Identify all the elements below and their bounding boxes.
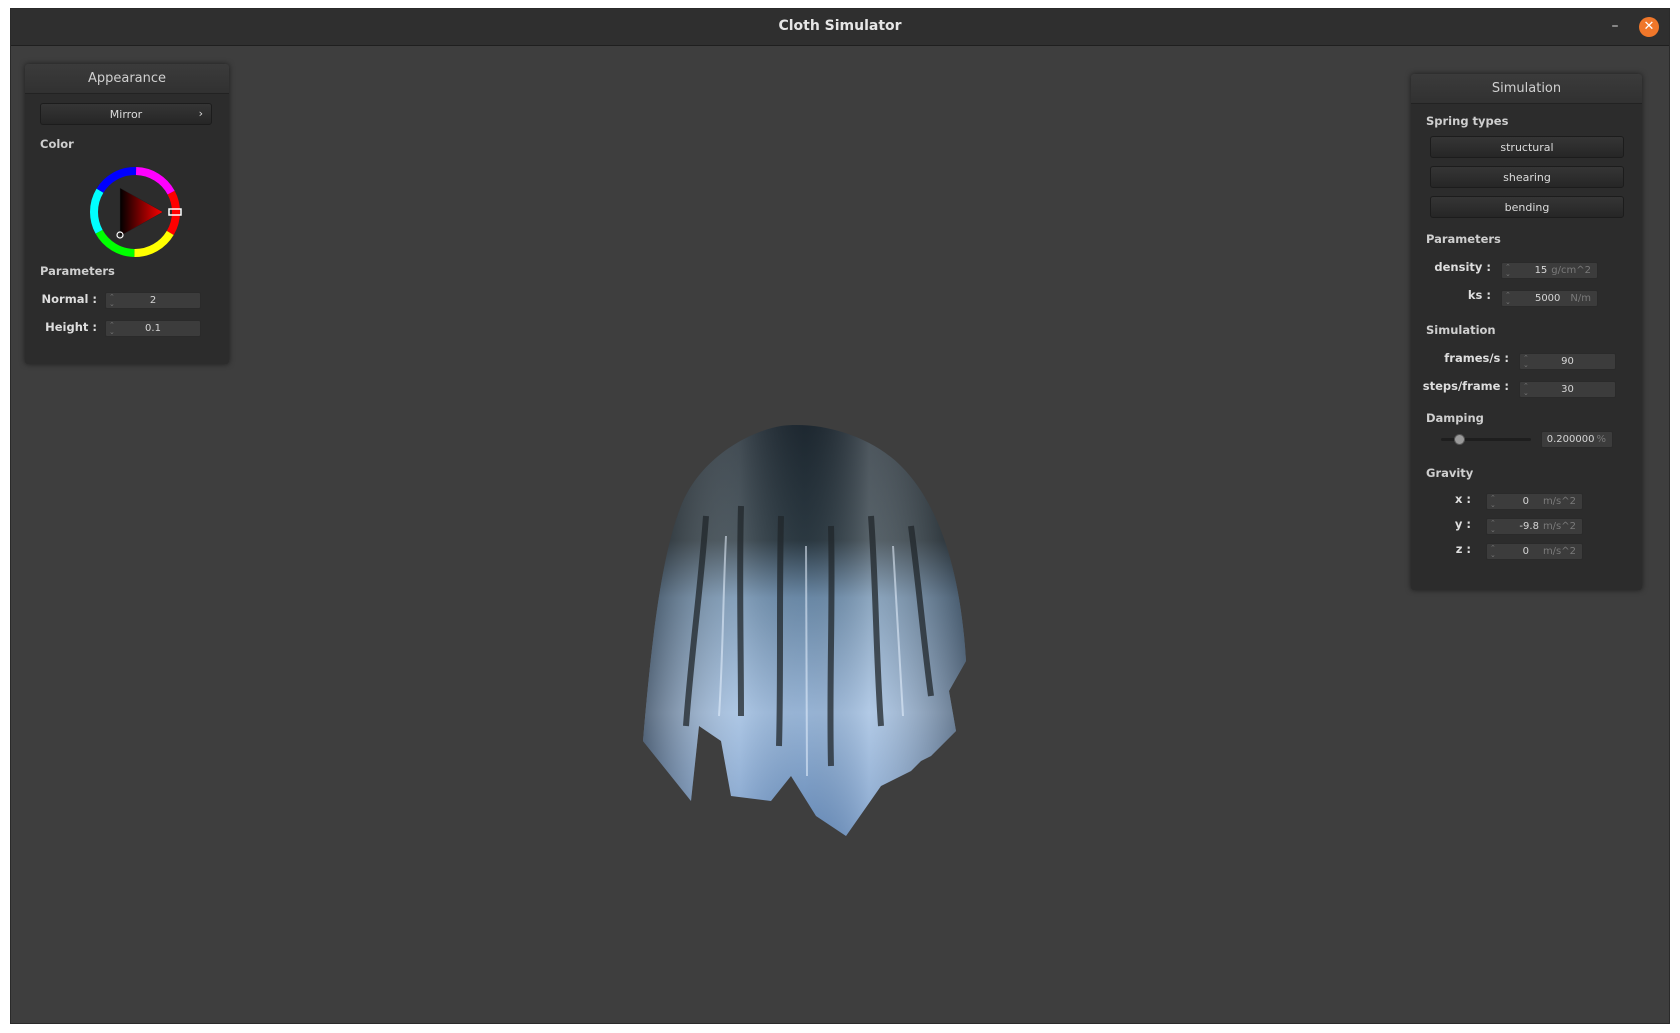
height-value: 0.1 [145, 323, 161, 334]
gravity-z-unit: m/s^2 [1542, 546, 1576, 557]
cloth-mesh-render [643, 425, 966, 836]
color-wheel-picker[interactable] [85, 162, 185, 262]
appearance-panel-header[interactable]: Appearance [25, 64, 229, 94]
gravity-y-input[interactable]: ⌃ ⌄ -9.8 m/s^2 [1486, 518, 1583, 535]
damping-value: 0.200000 [1546, 434, 1595, 445]
gravity-x-value: 0 [1522, 496, 1529, 507]
damping-slider-handle[interactable] [1454, 434, 1465, 445]
ks-input[interactable]: ⌃ ⌄ 5000 N/m [1501, 290, 1598, 307]
gravity-z-input[interactable]: ⌃ ⌄ 0 m/s^2 [1486, 543, 1583, 560]
spinner-arrows-icon[interactable]: ⌃ ⌄ [1505, 292, 1513, 306]
height-label: Height : [45, 320, 97, 334]
window-title: Cloth Simulator [778, 18, 902, 34]
simulation-parameters-label: Parameters [1426, 232, 1501, 246]
gravity-label: Gravity [1426, 466, 1474, 480]
density-input[interactable]: ⌃ ⌄ 15 g/cm^2 [1501, 262, 1598, 279]
gravity-y-label: y : [1454, 517, 1471, 531]
steps-per-frame-value: 30 [1561, 384, 1574, 395]
density-label: density : [1434, 260, 1491, 274]
spinner-arrows-icon[interactable]: ⌃ ⌄ [1505, 264, 1513, 278]
gravity-z-value: 0 [1522, 546, 1529, 557]
saturation-value-triangle[interactable] [119, 187, 164, 237]
gravity-x-input[interactable]: ⌃ ⌄ 0 m/s^2 [1486, 493, 1583, 510]
density-unit: g/cm^2 [1551, 265, 1591, 276]
color-section-label: Color [40, 137, 74, 151]
appearance-panel: Appearance Mirror › Color Parameters Nor… [25, 64, 229, 364]
damping-input[interactable]: 0.200000% [1541, 431, 1613, 448]
spinner-arrows-icon[interactable]: ⌃ ⌄ [1490, 520, 1498, 534]
app-window: Cloth Simulator – ✕ Appearance Mirror › … [10, 8, 1670, 1024]
steps-per-frame-input[interactable]: ⌃ ⌄ 30 [1519, 381, 1616, 398]
chevron-right-icon: › [198, 107, 203, 120]
3d-viewport[interactable]: Appearance Mirror › Color Parameters Nor… [11, 46, 1669, 1024]
height-input[interactable]: ⌃ ⌄ 0.1 [105, 320, 201, 337]
shader-select-dropdown[interactable]: Mirror › [40, 103, 212, 125]
gravity-y-unit: m/s^2 [1542, 521, 1576, 532]
damping-label: Damping [1426, 411, 1484, 425]
damping-unit: % [1596, 434, 1606, 445]
simulation-panel: Simulation Spring types structural shear… [1411, 74, 1642, 590]
normal-label: Normal : [41, 292, 97, 306]
structural-spring-button[interactable]: structural [1430, 136, 1624, 158]
frames-per-second-value: 90 [1561, 356, 1574, 367]
simulation-panel-header[interactable]: Simulation [1411, 74, 1642, 104]
steps-per-frame-label: steps/frame : [1422, 379, 1509, 393]
bending-spring-button[interactable]: bending [1430, 196, 1624, 218]
spring-types-label: Spring types [1426, 114, 1509, 128]
gravity-x-label: x : [1454, 492, 1471, 506]
ks-unit: N/m [1570, 293, 1591, 304]
normal-value: 2 [149, 295, 157, 306]
ks-label: ks : [1467, 288, 1491, 302]
gravity-x-unit: m/s^2 [1542, 496, 1576, 507]
shearing-spring-button[interactable]: shearing [1430, 166, 1624, 188]
simulation-section-label: Simulation [1426, 323, 1496, 337]
ks-value: 5000 [1534, 293, 1561, 304]
gravity-z-label: z : [1455, 542, 1471, 556]
close-icon[interactable]: ✕ [1639, 17, 1659, 37]
appearance-parameters-label: Parameters [40, 264, 115, 278]
spinner-arrows-icon[interactable]: ⌃ ⌄ [1490, 495, 1498, 509]
minimize-icon[interactable]: – [1607, 19, 1623, 35]
shader-select-value: Mirror [109, 108, 143, 121]
gravity-y-value: -9.8 [1519, 521, 1539, 532]
frames-per-second-label: frames/s : [1444, 351, 1509, 365]
title-bar[interactable]: Cloth Simulator – ✕ [11, 9, 1669, 46]
frames-per-second-input[interactable]: ⌃ ⌄ 90 [1519, 353, 1616, 370]
spinner-arrows-icon[interactable]: ⌃ ⌄ [1490, 545, 1498, 559]
density-value: 15 [1534, 265, 1548, 276]
normal-input[interactable]: ⌃ ⌄ 2 [105, 292, 201, 309]
